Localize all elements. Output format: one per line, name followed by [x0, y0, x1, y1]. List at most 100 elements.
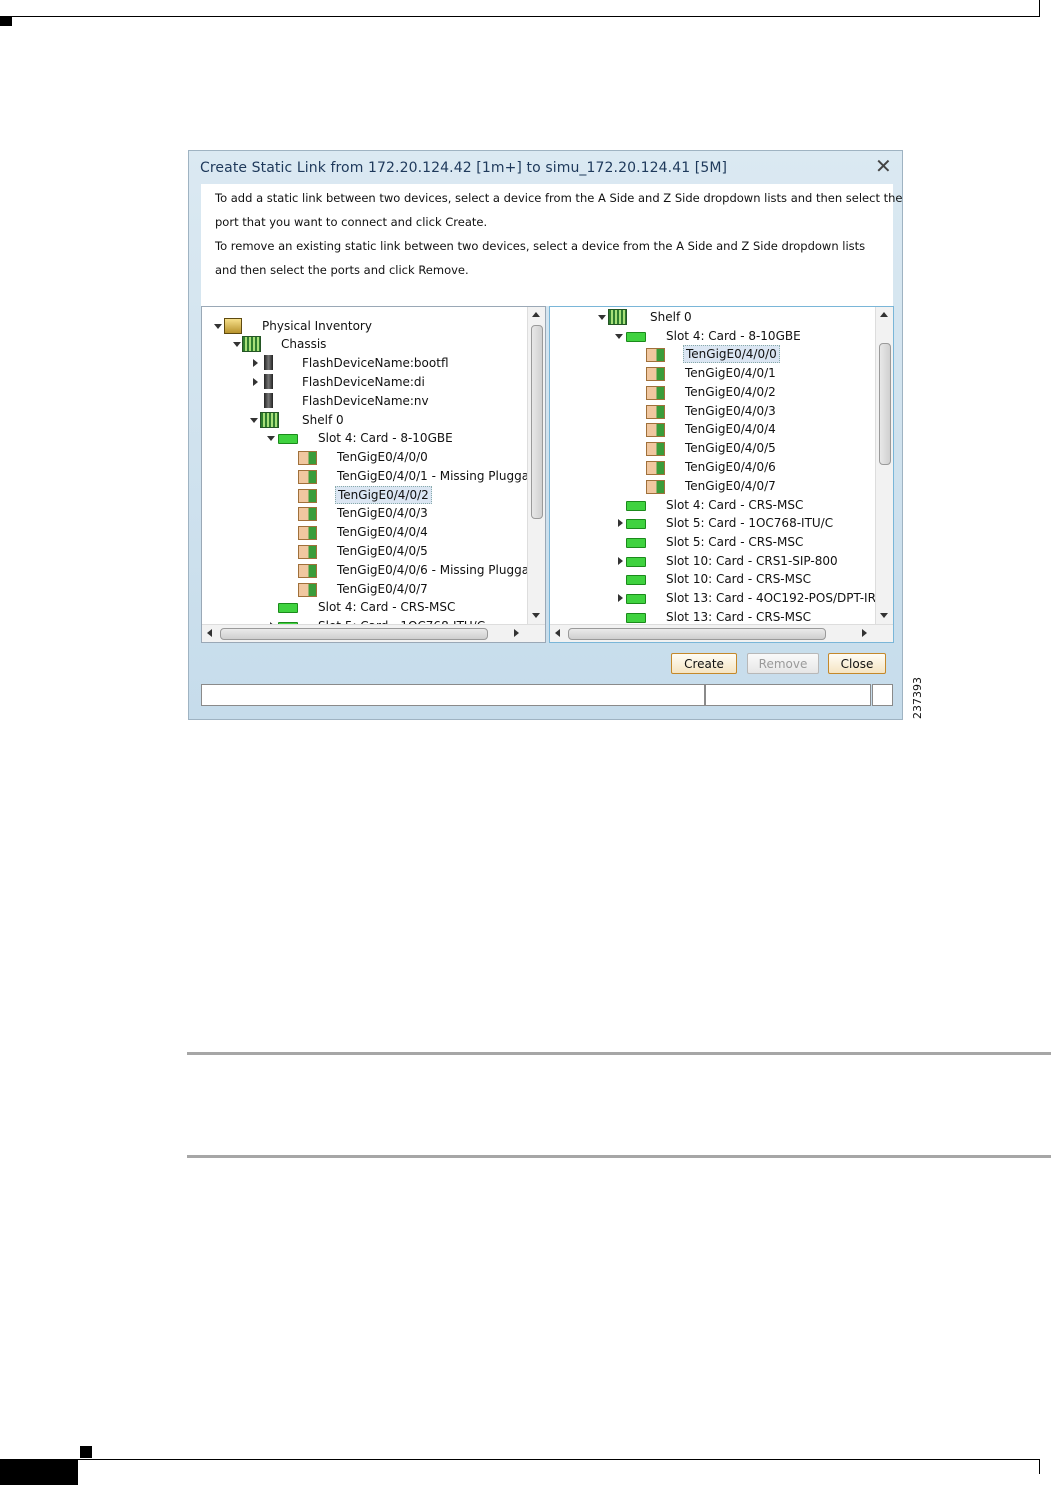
- expand-open-icon[interactable]: [214, 324, 222, 329]
- tree-node[interactable]: Slot 4: Card - 8-10GBE: [550, 327, 877, 345]
- scroll-right-icon[interactable]: [514, 629, 519, 637]
- tree-node[interactable]: Slot 4: Card - 8-10GBE: [202, 429, 529, 447]
- tree-node[interactable]: Slot 4: Card - CRS-MSC: [550, 496, 877, 514]
- tree-port-node[interactable]: TenGigE0/4/0/4: [202, 523, 529, 541]
- z-side-hscroll-thumb[interactable]: [568, 628, 826, 640]
- tree-port-node[interactable]: TenGigE0/4/0/5: [550, 439, 877, 457]
- port-icon: [298, 564, 317, 578]
- a-side-vertical-scrollbar[interactable]: [527, 307, 545, 624]
- tree-node-label: Slot 13: Card - 4OC192-POS/DPT-IR: [666, 591, 876, 605]
- expand-closed-icon[interactable]: [618, 594, 623, 602]
- card-icon: [626, 557, 646, 567]
- create-static-link-dialog: Create Static Link from 172.20.124.42 [1…: [188, 150, 903, 720]
- scroll-left-icon[interactable]: [207, 629, 212, 637]
- tree-node-label: Shelf 0: [302, 413, 344, 427]
- instruction-line: To add a static link between two devices…: [215, 191, 903, 205]
- table-rule-top: [187, 1052, 1051, 1055]
- expand-open-icon[interactable]: [615, 334, 623, 339]
- tree-node[interactable]: Chassis: [202, 335, 529, 353]
- expand-open-icon[interactable]: [250, 418, 258, 423]
- tree-port-node[interactable]: TenGigE0/4/0/3: [550, 402, 877, 420]
- expand-closed-icon[interactable]: [253, 378, 258, 386]
- expand-open-icon[interactable]: [233, 342, 241, 347]
- tree-node[interactable]: Slot 10: Card - CRS1-SIP-800: [550, 552, 877, 570]
- tree-node[interactable]: Slot 13: Card - 4OC192-POS/DPT-IR: [550, 589, 877, 607]
- create-button[interactable]: Create: [671, 653, 737, 674]
- tree-node[interactable]: FlashDeviceName:di: [202, 373, 529, 391]
- tree-port-node[interactable]: TenGigE0/4/0/2: [202, 486, 529, 504]
- status-field-main: [201, 684, 705, 706]
- tree-node-label: TenGigE0/4/0/4: [337, 525, 428, 539]
- expand-closed-icon[interactable]: [618, 557, 623, 565]
- card-icon: [278, 603, 298, 613]
- z-side-vertical-scrollbar[interactable]: [875, 307, 893, 624]
- z-side-vscroll-thumb[interactable]: [879, 343, 891, 465]
- tree-port-node[interactable]: TenGigE0/4/0/0: [202, 448, 529, 466]
- tree-node-label: TenGigE0/4/0/0: [337, 450, 428, 464]
- tree-node-label: TenGigE0/4/0/1: [685, 366, 776, 380]
- expand-closed-icon[interactable]: [618, 519, 623, 527]
- remove-button[interactable]: Remove: [747, 653, 819, 674]
- scroll-up-icon[interactable]: [532, 312, 540, 317]
- tree-port-node[interactable]: TenGigE0/4/0/0: [550, 345, 877, 363]
- tree-port-node[interactable]: TenGigE0/4/0/1: [550, 364, 877, 382]
- z-side-horizontal-scrollbar[interactable]: [550, 624, 893, 642]
- expand-closed-icon[interactable]: [253, 359, 258, 367]
- tree-node[interactable]: Slot 5: Card - 1OC768-ITU/C: [550, 514, 877, 532]
- expand-open-icon[interactable]: [267, 436, 275, 441]
- tree-node-label: Slot 4: Card - CRS-MSC: [666, 498, 804, 512]
- tree-node-label: Slot 4: Card - 8-10GBE: [666, 329, 801, 343]
- tree-port-node[interactable]: TenGigE0/4/0/7: [550, 477, 877, 495]
- port-icon: [646, 461, 665, 475]
- figure-number: 237393: [911, 677, 924, 719]
- tree-node-label: Slot 5: Card - CRS-MSC: [666, 535, 804, 549]
- close-icon[interactable]: ✕: [875, 156, 892, 176]
- port-icon: [298, 470, 317, 484]
- scroll-down-icon[interactable]: [532, 613, 540, 618]
- tree-node[interactable]: Physical Inventory: [202, 317, 529, 335]
- tree-node-label: TenGigE0/4/0/1 - Missing Pluggable: [337, 469, 546, 483]
- tree-node[interactable]: FlashDeviceName:nv: [202, 392, 529, 410]
- scroll-up-icon[interactable]: [880, 312, 888, 317]
- port-icon: [298, 583, 317, 597]
- close-button[interactable]: Close: [828, 653, 886, 674]
- tree-node[interactable]: Slot 4: Card - CRS-MSC: [202, 598, 529, 616]
- tree-port-node[interactable]: TenGigE0/4/0/7: [202, 580, 529, 598]
- tree-port-node[interactable]: TenGigE0/4/0/5: [202, 542, 529, 560]
- expand-open-icon[interactable]: [598, 315, 606, 320]
- a-side-vscroll-thumb[interactable]: [531, 325, 543, 519]
- tree-port-node[interactable]: TenGigE0/4/0/6: [550, 458, 877, 476]
- tree-node[interactable]: Shelf 0: [202, 411, 529, 429]
- tree-port-node[interactable]: TenGigE0/4/0/4: [550, 420, 877, 438]
- scroll-right-icon[interactable]: [862, 629, 867, 637]
- shelf-icon: [260, 412, 279, 428]
- tree-node-label: Shelf 0: [650, 310, 692, 324]
- instructions-panel: To add a static link between two devices…: [201, 184, 903, 306]
- port-icon: [646, 367, 665, 381]
- tree-node[interactable]: Slot 5: Card - CRS-MSC: [550, 533, 877, 551]
- tree-node[interactable]: FlashDeviceName:bootfl: [202, 354, 529, 372]
- port-icon: [298, 526, 317, 540]
- scroll-left-icon[interactable]: [555, 629, 560, 637]
- z-side-tree[interactable]: Shelf 0 Slot 4: Card - 8-10GBE TenGigE0/4/…: [549, 306, 894, 643]
- footer-mark: [80, 1446, 92, 1458]
- scroll-down-icon[interactable]: [880, 613, 888, 618]
- header-rule: [0, 16, 1040, 17]
- card-icon: [626, 538, 646, 548]
- tree-port-node[interactable]: TenGigE0/4/0/6 - Missing Pluggable: [202, 561, 545, 579]
- a-side-horizontal-scrollbar[interactable]: [202, 624, 545, 642]
- tree-port-node[interactable]: TenGigE0/4/0/3: [202, 504, 529, 522]
- tree-node[interactable]: Slot 10: Card - CRS-MSC: [550, 570, 877, 588]
- a-side-tree[interactable]: Physical Inventory Chassis FlashDeviceName…: [201, 306, 546, 643]
- tree-node[interactable]: Shelf 0: [550, 308, 877, 326]
- tree-node-label: TenGigE0/4/0/3: [337, 506, 428, 520]
- card-icon: [626, 501, 646, 511]
- tree-node-label: Physical Inventory: [262, 319, 372, 333]
- tree-node-label: FlashDeviceName:nv: [302, 394, 429, 408]
- table-rule-bottom: [187, 1155, 1051, 1158]
- port-icon: [298, 507, 317, 521]
- tree-port-node[interactable]: TenGigE0/4/0/1 - Missing Pluggable: [202, 467, 545, 485]
- tree-node-label: Slot 10: Card - CRS1-SIP-800: [666, 554, 838, 568]
- tree-port-node[interactable]: TenGigE0/4/0/2: [550, 383, 877, 401]
- a-side-hscroll-thumb[interactable]: [220, 628, 488, 640]
